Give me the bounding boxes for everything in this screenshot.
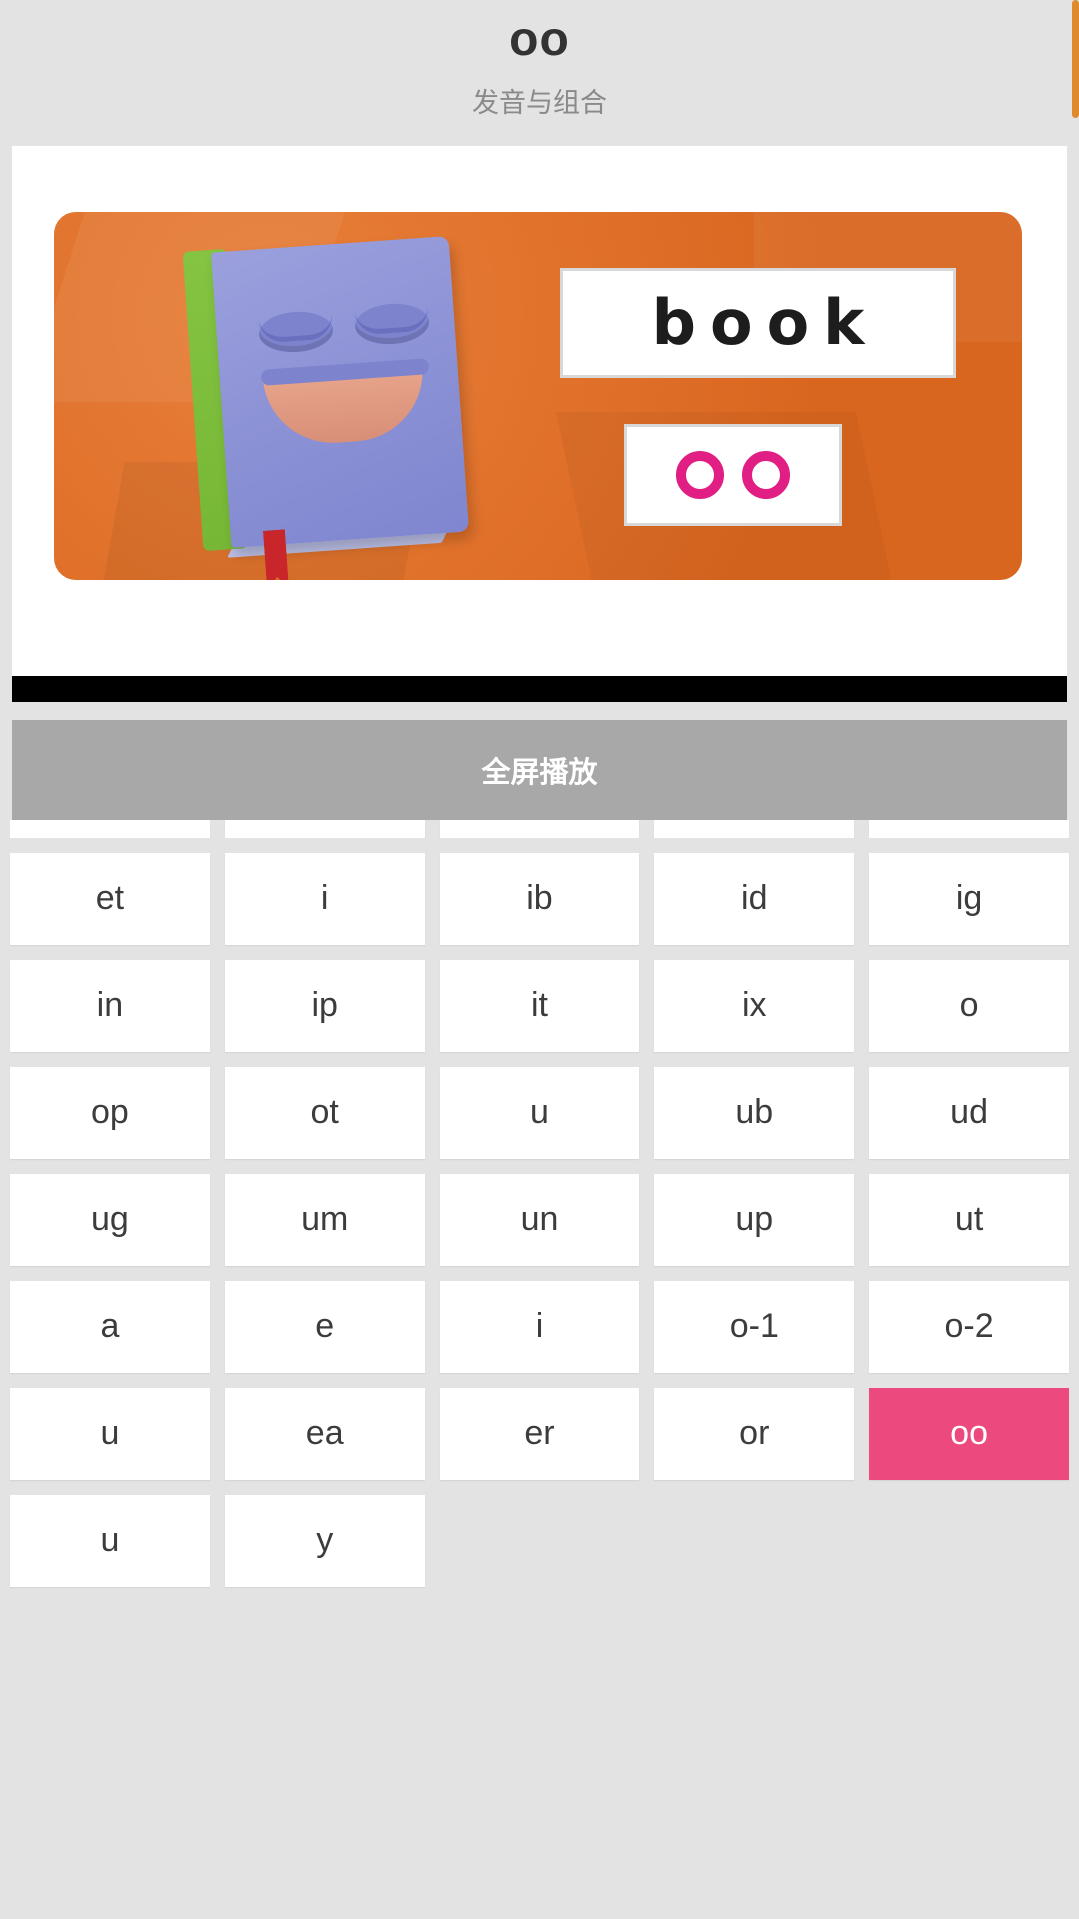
chip-partial[interactable] (10, 819, 210, 838)
chip-partial[interactable] (439, 819, 640, 838)
page-subtitle: 发音与组合 (472, 87, 607, 118)
chip-ud[interactable]: ud (869, 1066, 1069, 1159)
chip-et[interactable]: et (10, 852, 210, 945)
chip-u-2[interactable]: u (10, 1387, 210, 1480)
page-title: oo (509, 13, 570, 66)
partial-row-clip (10, 819, 1069, 838)
chip-op[interactable]: op (10, 1066, 210, 1159)
chip-a[interactable]: a (10, 1280, 210, 1373)
chip-y[interactable]: y (224, 1494, 425, 1587)
chip-it[interactable]: it (439, 959, 640, 1052)
book-ribbon (263, 529, 289, 580)
app-root: oo 发音与组合 book 全屏播放 et i ib id ig in ip i… (0, 0, 1079, 1919)
video-stage[interactable]: book (12, 173, 1067, 674)
word-card: book (560, 267, 956, 378)
page-header: oo 发音与组合 (0, 0, 1079, 120)
chip-ix[interactable]: ix (654, 959, 855, 1052)
chip-partial[interactable] (869, 819, 1069, 838)
chip-in[interactable]: in (10, 959, 210, 1052)
chip-ug[interactable]: ug (10, 1173, 210, 1266)
circle-outline-icon (742, 450, 790, 499)
chip-u-3[interactable]: u (10, 1494, 210, 1587)
circle-outline-icon (676, 450, 724, 499)
chip-i-2[interactable]: i (439, 1280, 640, 1373)
chip-u[interactable]: u (439, 1066, 640, 1159)
book-character-illustration (179, 234, 479, 564)
chip-o[interactable]: o (869, 959, 1069, 1052)
chip-partial[interactable] (654, 819, 855, 838)
partial-row-grid (10, 819, 1069, 838)
chip-o-1[interactable]: o-1 (654, 1280, 855, 1373)
chip-or[interactable]: or (654, 1387, 855, 1480)
chip-id[interactable]: id (654, 852, 855, 945)
chip-ib[interactable]: ib (439, 852, 640, 945)
page-scrollbar[interactable] (1072, 0, 1079, 1919)
chip-ot[interactable]: ot (224, 1066, 425, 1159)
phoneme-grid: et i ib id ig in ip it ix o op ot u ub u… (10, 852, 1069, 1587)
chip-un[interactable]: un (439, 1173, 640, 1266)
video-frame: book (54, 211, 1022, 580)
page-scrollbar-thumb[interactable] (1072, 0, 1079, 118)
chip-o-2[interactable]: o-2 (869, 1280, 1069, 1373)
video-player-card[interactable]: book (12, 145, 1067, 702)
chip-partial[interactable] (224, 819, 425, 838)
pattern-card (624, 423, 842, 526)
chip-ig[interactable]: ig (869, 852, 1069, 945)
chip-ea[interactable]: ea (224, 1387, 425, 1480)
chip-oo-selected[interactable]: oo (869, 1387, 1069, 1480)
chip-ut[interactable]: ut (869, 1173, 1069, 1266)
grid-bottom-padding (10, 1587, 1069, 1611)
chip-e[interactable]: e (224, 1280, 425, 1373)
chip-up[interactable]: up (654, 1173, 855, 1266)
phoneme-grid-wrapper: et i ib id ig in ip it ix o op ot u ub u… (10, 819, 1069, 1611)
chip-um[interactable]: um (224, 1173, 425, 1266)
chip-i[interactable]: i (224, 852, 425, 945)
chip-ub[interactable]: ub (654, 1066, 855, 1159)
word-text: book (651, 286, 879, 360)
video-letterbox-bar (12, 675, 1067, 702)
chip-er[interactable]: er (439, 1387, 640, 1480)
chip-ip[interactable]: ip (224, 959, 425, 1052)
fullscreen-play-button[interactable]: 全屏播放 (12, 719, 1067, 820)
